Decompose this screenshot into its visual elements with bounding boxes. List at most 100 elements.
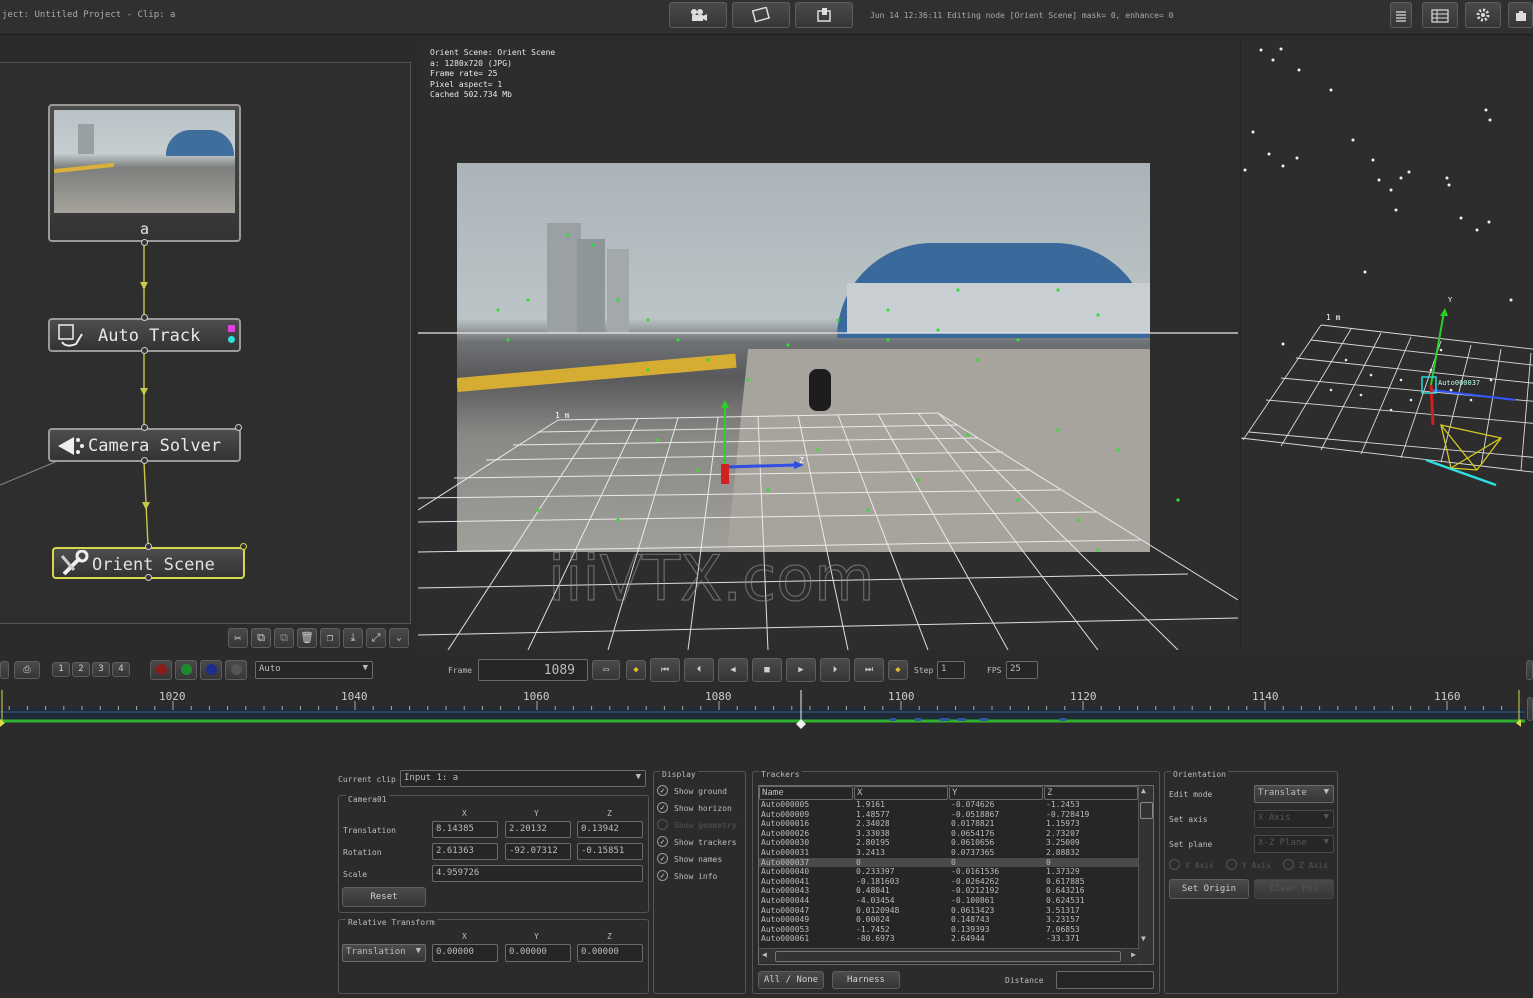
- relative-z-input[interactable]: 0.00000: [577, 944, 643, 962]
- rotation-z-input[interactable]: -0.15851: [577, 843, 643, 860]
- table-row[interactable]: Auto000030 2.80195 0.0610656 3.25009: [759, 838, 1139, 848]
- key-toggle-button[interactable]: ◆: [888, 660, 908, 680]
- table-row[interactable]: Auto000016 2.34028 0.0178821 1.15973: [759, 819, 1139, 829]
- relative-mode-select[interactable]: Translation ▼: [342, 944, 426, 962]
- monitor-button[interactable]: ▭: [592, 660, 620, 680]
- table-row[interactable]: Auto000053 -1.7452 0.139393 7.06853: [759, 925, 1139, 935]
- list-button[interactable]: [1390, 2, 1412, 28]
- view-4-button[interactable]: 4: [112, 662, 130, 677]
- translation-x-input[interactable]: 8.14385: [432, 821, 498, 838]
- trackers-table[interactable]: Name X Y Z Auto000005 1.9161 -0.074626 -1.2…: [758, 785, 1154, 965]
- blue-channel-button[interactable]: [200, 660, 222, 680]
- view-3-button[interactable]: 3: [92, 662, 110, 677]
- paste-button[interactable]: ⧉: [274, 628, 294, 648]
- all-none-button[interactable]: All / None: [758, 971, 824, 989]
- orient-scene-side-port[interactable]: [240, 543, 247, 550]
- left-edge-button[interactable]: [0, 661, 9, 679]
- scroll-thumb[interactable]: [1140, 802, 1153, 819]
- last-frame-button[interactable]: ⏭: [854, 658, 884, 682]
- translation-y-input[interactable]: 2.20132: [505, 821, 571, 838]
- scroll-up-icon[interactable]: ▲: [1141, 786, 1146, 795]
- table-row[interactable]: Auto000026 3.33038 0.0654176 2.73207: [759, 829, 1139, 839]
- trackers-hscroll[interactable]: ◀ ▶: [759, 948, 1139, 963]
- table-row[interactable]: Auto000043 0.48041 -0.0212192 0.643216: [759, 886, 1139, 896]
- film-view-button[interactable]: [732, 2, 790, 28]
- delete-button[interactable]: 🗑: [297, 628, 317, 648]
- trackers-vscroll[interactable]: ▲ ▼: [1138, 786, 1153, 964]
- camera-solver-input-port[interactable]: [141, 424, 148, 431]
- duplicate-button[interactable]: ❐: [320, 628, 340, 648]
- scroll-down-icon[interactable]: ▼: [1141, 934, 1146, 943]
- display-option-checkbox[interactable]: ✓: [657, 802, 668, 813]
- timeline[interactable]: 1020 1040 1060 1080 1100 1120 1140 1160: [0, 690, 1525, 730]
- collapse-button[interactable]: ⌄: [389, 628, 409, 648]
- distance-input[interactable]: [1056, 971, 1154, 989]
- display-option-checkbox[interactable]: ✓: [657, 870, 668, 881]
- export-view-button[interactable]: [795, 2, 853, 28]
- node-source-clip[interactable]: a: [48, 104, 241, 242]
- display-option-checkbox[interactable]: ✓: [657, 853, 668, 864]
- step-input[interactable]: 1: [937, 661, 965, 679]
- table-row[interactable]: Auto000044 -4.03454 -0.100861 0.624531: [759, 896, 1139, 906]
- red-channel-button[interactable]: [150, 660, 172, 680]
- frame-input[interactable]: 1089: [478, 659, 588, 681]
- orient-scene-output-port[interactable]: [145, 574, 152, 581]
- table-row[interactable]: Auto000047 0.0120948 0.0613423 3.51317: [759, 906, 1139, 916]
- orient-scene-input-port[interactable]: [145, 543, 152, 550]
- col-name-header[interactable]: Name: [759, 786, 853, 800]
- source-output-port[interactable]: [141, 239, 148, 246]
- harness-button[interactable]: Harness: [832, 971, 900, 989]
- table-row[interactable]: Auto000040 0.233397 -0.0161536 1.37329: [759, 867, 1139, 877]
- play-button[interactable]: ▶: [786, 658, 816, 682]
- table-row[interactable]: Auto000005 1.9161 -0.074626 -1.2453: [759, 800, 1139, 810]
- reset-button[interactable]: Reset: [342, 887, 426, 907]
- copy-button[interactable]: ⧉: [251, 628, 271, 648]
- relative-y-input[interactable]: 0.00000: [505, 944, 571, 962]
- import-button[interactable]: ⤓: [343, 628, 363, 648]
- display-option-checkbox[interactable]: [657, 819, 668, 830]
- set-axis-select[interactable]: X Axis ▼: [1254, 810, 1334, 828]
- camera-solver-output-port[interactable]: [141, 457, 148, 464]
- rotation-y-input[interactable]: -92.07312: [505, 843, 571, 860]
- table-row[interactable]: Auto000009 1.48577 -0.0518867 -0.728419: [759, 810, 1139, 820]
- hscroll-thumb[interactable]: [775, 951, 1121, 962]
- next-key-button[interactable]: ⏵: [820, 658, 850, 682]
- alpha-channel-button[interactable]: [225, 660, 247, 680]
- right-edge-button[interactable]: [1526, 660, 1533, 680]
- y-axis-radio[interactable]: [1226, 859, 1237, 870]
- extra-button[interactable]: [1508, 2, 1533, 28]
- viewer-3d[interactable]: 1 m Y Auto000037: [1240, 40, 1533, 650]
- set-plane-select[interactable]: X-Z Plane ▼: [1254, 835, 1334, 853]
- prev-key-button[interactable]: ⏴: [684, 658, 714, 682]
- scroll-right-icon[interactable]: ▶: [1131, 950, 1136, 959]
- timeline-right-button[interactable]: [1527, 697, 1533, 721]
- fit-button[interactable]: ⤢: [366, 628, 386, 648]
- table-row[interactable]: Auto000049 0.00024 0.148743 3.23157: [759, 915, 1139, 925]
- green-channel-button[interactable]: [175, 660, 197, 680]
- edit-mode-select[interactable]: Translate ▼: [1254, 785, 1334, 803]
- set-origin-button[interactable]: Set Origin: [1169, 879, 1249, 899]
- table-row[interactable]: Auto000037 0 0 0: [759, 857, 1139, 868]
- mode-select[interactable]: Auto ▼: [255, 661, 373, 679]
- col-y-header-tbl[interactable]: Y: [949, 786, 1043, 800]
- main-viewer[interactable]: Orient Scene: Orient Scene a: 1280x720 (…: [418, 40, 1238, 650]
- clear-pos-button[interactable]: Clear Pos: [1254, 879, 1334, 899]
- cyan-port[interactable]: [228, 336, 235, 343]
- camera-view-button[interactable]: [669, 2, 727, 28]
- x-axis-radio[interactable]: [1169, 859, 1180, 870]
- pink-port[interactable]: [228, 325, 235, 332]
- display-option-checkbox[interactable]: ✓: [657, 836, 668, 847]
- current-clip-select[interactable]: Input 1: a ▼: [400, 770, 646, 787]
- scale-input[interactable]: 4.959726: [432, 865, 643, 882]
- stop-button[interactable]: ■: [752, 658, 782, 682]
- table-row[interactable]: Auto000041 -0.181603 -0.0264262 0.617885: [759, 877, 1139, 887]
- table-row[interactable]: Auto000031 3.2413 0.0737365 2.88832: [759, 848, 1139, 858]
- col-z-header-tbl[interactable]: Z: [1044, 786, 1138, 800]
- snapshot-button[interactable]: ⎙: [14, 661, 40, 679]
- translation-z-input[interactable]: 0.13942: [577, 821, 643, 838]
- auto-track-input-port[interactable]: [141, 314, 148, 321]
- table-button[interactable]: [1422, 2, 1458, 28]
- settings-button[interactable]: [1465, 2, 1501, 28]
- fps-input[interactable]: 25: [1006, 661, 1038, 679]
- play-back-button[interactable]: ◀: [718, 658, 748, 682]
